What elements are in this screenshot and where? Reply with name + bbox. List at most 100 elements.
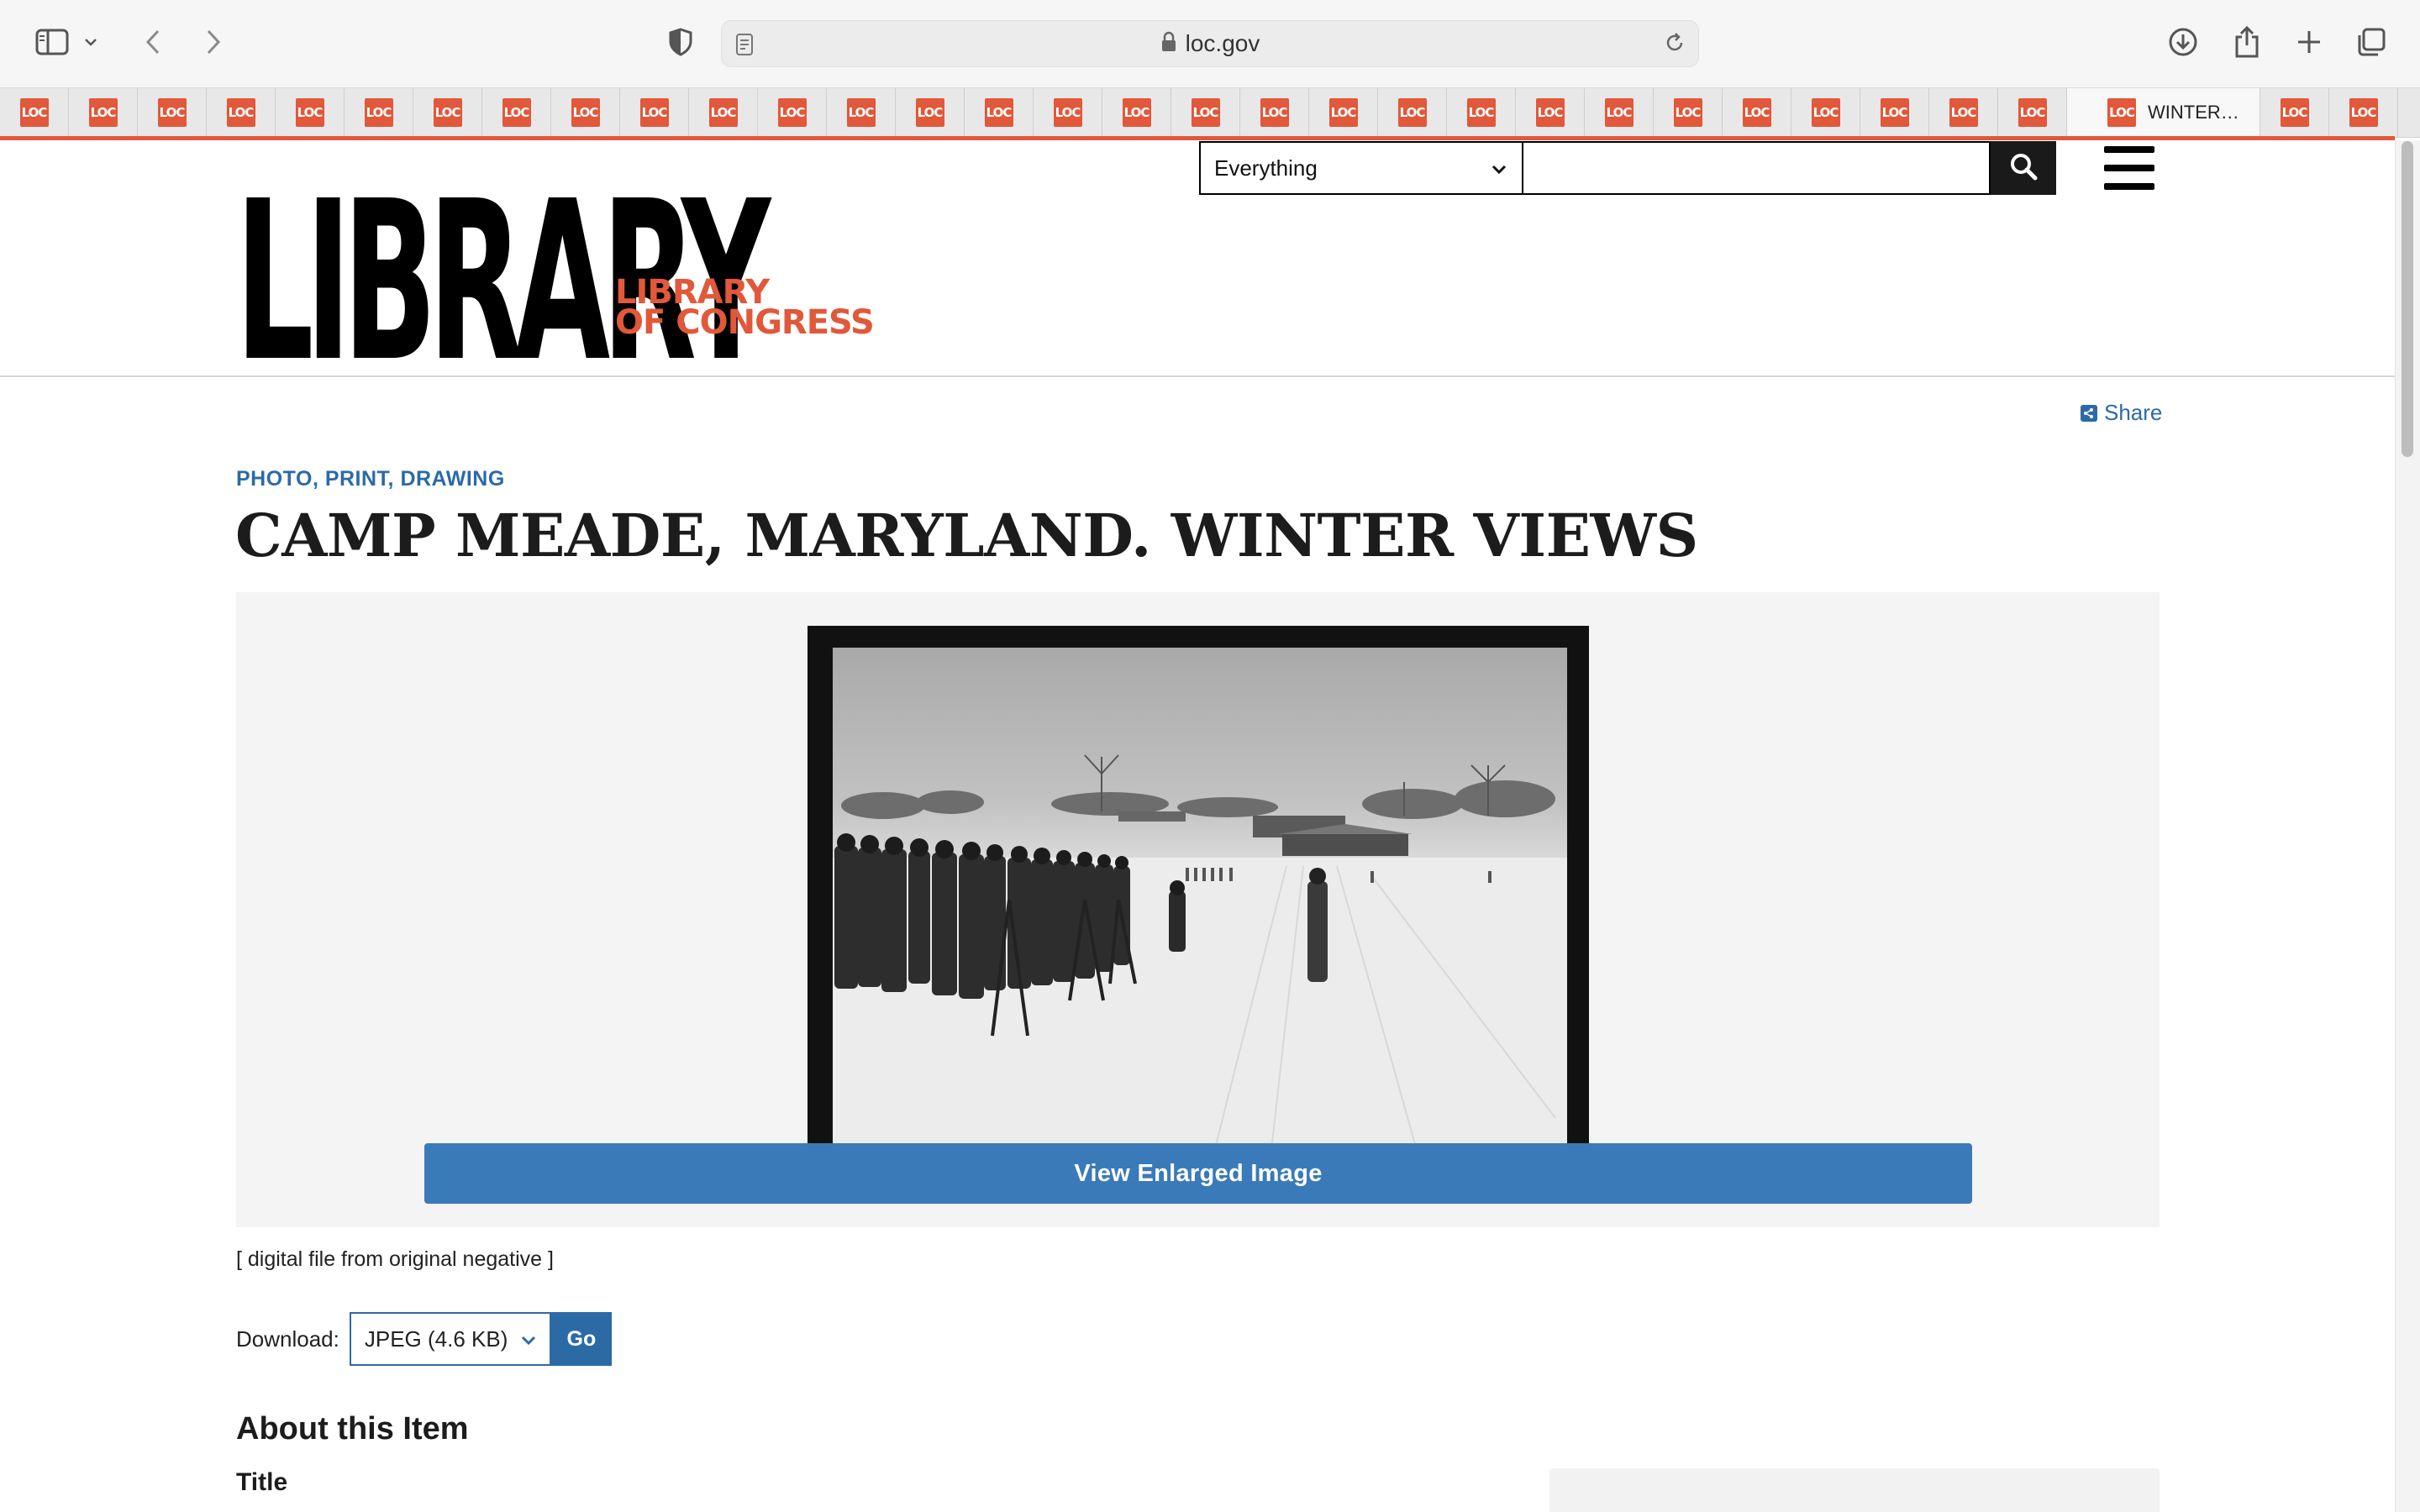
search-scope-select[interactable]: Everything <box>1199 141 1523 195</box>
loc-favicon-icon: LOC <box>1053 98 1082 127</box>
photo-negative-frame[interactable] <box>808 626 1589 1197</box>
tab[interactable]: LOC <box>1998 88 2067 137</box>
tab[interactable]: LOC <box>1929 88 1998 137</box>
loc-wordmark[interactable]: LIBRARY OF CONGRESS <box>615 276 875 339</box>
download-format-select[interactable]: JPEG (4.6 KB) <box>349 1312 551 1366</box>
tab[interactable]: LOC <box>0 88 69 137</box>
chevron-down-icon[interactable] <box>74 18 108 66</box>
back-icon[interactable] <box>129 18 176 66</box>
tab[interactable]: LOC <box>1860 88 1929 137</box>
tab[interactable]: LOC <box>2329 88 2398 137</box>
loc-favicon-icon: LOC <box>1397 98 1427 127</box>
loc-favicon-icon: LOC <box>364 98 393 127</box>
tab[interactable]: LOC <box>1309 88 1378 137</box>
loc-favicon-icon: LOC <box>157 98 187 127</box>
url-text: loc.gov <box>1185 30 1260 56</box>
search-button[interactable] <box>1991 141 2056 195</box>
loc-favicon-icon: LOC <box>1604 98 1634 127</box>
tab[interactable]: LOC <box>1723 88 1791 137</box>
hamburger-icon[interactable] <box>2102 141 2156 195</box>
loc-favicon-icon: LOC <box>708 98 738 127</box>
page-title: CAMP MEADE, MARYLAND. WINTER VIEWS <box>235 501 1698 570</box>
loc-favicon-icon: LOC <box>984 98 1013 127</box>
loc-favicon-icon: LOC <box>639 98 669 127</box>
tab[interactable]: LOC <box>896 88 965 137</box>
loc-favicon-icon: LOC <box>2280 98 2309 127</box>
tab[interactable]: LOC <box>620 88 689 137</box>
tab[interactable]: LOC <box>1171 88 1240 137</box>
tab[interactable]: LOC <box>482 88 551 137</box>
lock-icon <box>1160 31 1177 57</box>
loc-favicon-icon: LOC <box>915 98 944 127</box>
loc-favicon-icon: LOC <box>1673 98 1702 127</box>
loc-favicon-icon: LOC <box>1191 98 1220 127</box>
share-link[interactable]: Share <box>2081 400 2162 426</box>
photo-image[interactable] <box>833 648 1567 1165</box>
tab[interactable]: LOC <box>1447 88 1516 137</box>
tab[interactable]: LOC <box>207 88 276 137</box>
image-viewer: View Enlarged Image <box>236 592 2160 1227</box>
loc-favicon-icon: LOC <box>88 98 118 127</box>
tab[interactable]: LOC <box>1585 88 1654 137</box>
tab[interactable]: LOC <box>965 88 1034 137</box>
share-icon <box>2081 404 2097 422</box>
tab[interactable]: LOC <box>1034 88 1102 137</box>
scrollbar-thumb[interactable] <box>2402 141 2413 457</box>
chevron-down-icon <box>1490 158 1508 184</box>
download-go-button[interactable]: Go <box>550 1312 612 1366</box>
chevron-down-icon <box>519 1329 538 1355</box>
loc-favicon-icon: LOC <box>1535 98 1565 127</box>
tab[interactable]: LOC <box>345 88 413 137</box>
shield-icon[interactable] <box>657 18 704 66</box>
loc-favicon-icon: LOC <box>1328 98 1358 127</box>
loc-favicon-icon: LOC <box>502 98 531 127</box>
loc-favicon-icon: LOC <box>846 98 876 127</box>
tab[interactable]: LOC <box>1654 88 1723 137</box>
tab[interactable]: LOC <box>1378 88 1447 137</box>
field-label-title: Title <box>236 1468 288 1496</box>
search-icon <box>2009 152 2038 185</box>
loc-favicon-icon: LOC <box>571 98 600 127</box>
search-bar: Everything <box>1199 141 2056 195</box>
loc-favicon-icon: LOC <box>1122 98 1151 127</box>
tab[interactable]: LOC <box>69 88 138 137</box>
tab[interactable]: LOC <box>1791 88 1860 137</box>
loc-favicon-icon: LOC <box>2349 98 2378 127</box>
view-enlarged-image-button[interactable]: View Enlarged Image <box>424 1143 1972 1204</box>
address-bar[interactable]: loc.gov <box>721 20 1699 67</box>
tab[interactable]: LOC <box>1102 88 1171 137</box>
loc-favicon-icon: LOC <box>433 98 462 127</box>
loc-favicon-icon: LOC <box>1742 98 1771 127</box>
format-category-link[interactable]: PHOTO, PRINT, DRAWING <box>236 467 505 491</box>
tab[interactable]: LOC <box>2260 88 2329 137</box>
loc-favicon-icon: LOC <box>19 98 49 127</box>
tab[interactable]: LOC <box>276 88 345 137</box>
tab-active[interactable]: LOC WINTER… <box>2067 88 2260 137</box>
sidebar-icon[interactable] <box>29 18 76 66</box>
loc-favicon-icon: LOC <box>295 98 324 127</box>
reload-icon[interactable] <box>1663 31 1686 59</box>
tab[interactable]: LOC <box>413 88 482 137</box>
forward-icon[interactable] <box>190 18 237 66</box>
plus-icon[interactable] <box>2286 18 2333 66</box>
loc-favicon-icon: LOC <box>1260 98 1289 127</box>
download-icon[interactable] <box>2160 18 2207 66</box>
tab[interactable]: LOC <box>758 88 827 137</box>
loc-favicon-icon: LOC <box>2107 98 2136 127</box>
tab[interactable]: LOC <box>689 88 758 137</box>
share-icon[interactable] <box>2223 18 2270 66</box>
loc-favicon-icon: LOC <box>1811 98 1840 127</box>
tab[interactable]: LOC <box>1516 88 1585 137</box>
image-caption: [ digital file from original negative ] <box>236 1247 554 1271</box>
tabs-overview-icon[interactable] <box>2348 18 2395 66</box>
tab[interactable]: LOC <box>138 88 207 137</box>
tab[interactable]: LOC <box>827 88 896 137</box>
search-input[interactable] <box>1523 141 1991 195</box>
loc-favicon-icon: LOC <box>2018 98 2047 127</box>
loc-favicon-icon: LOC <box>1466 98 1496 127</box>
tab-title: WINTER… <box>2148 102 2239 123</box>
tab-bar: LOC LOC LOC LOC LOC LOC LOC LOC LOC LOC LOC LOC LOC L… <box>0 87 2420 138</box>
reader-icon[interactable] <box>735 33 754 60</box>
tab[interactable]: LOC <box>1240 88 1309 137</box>
tab[interactable]: LOC <box>551 88 620 137</box>
